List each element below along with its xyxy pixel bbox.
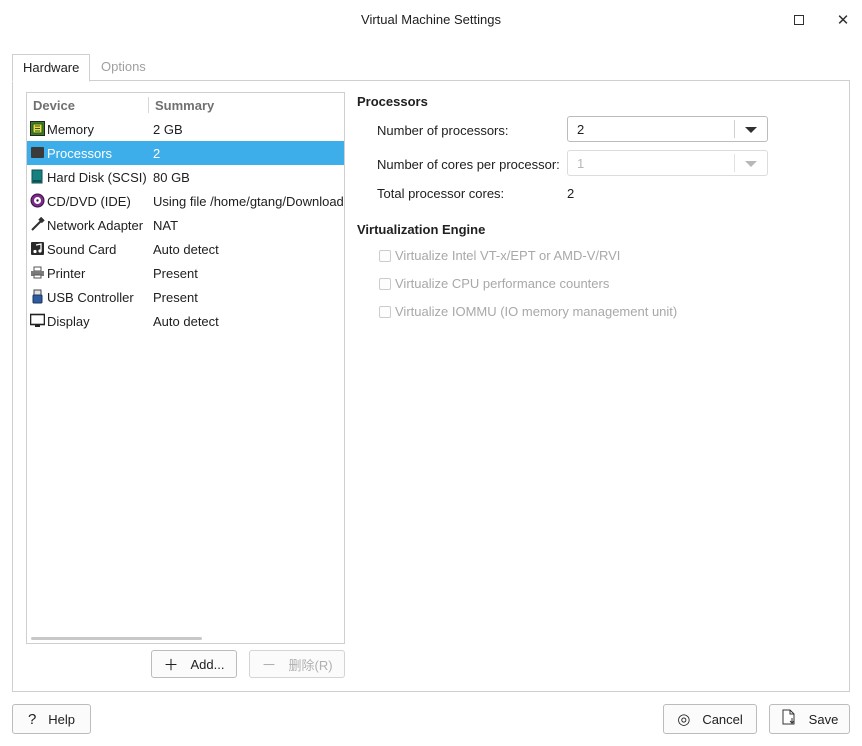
save-button[interactable]: Save	[769, 704, 850, 734]
chevron-down-icon	[745, 127, 757, 133]
cores-per-processor-label: Number of cores per processor:	[377, 157, 560, 172]
iommu-checkbox[interactable]: Virtualize IOMMU (IO memory management u…	[379, 304, 677, 319]
device-summary: Present	[153, 266, 198, 281]
device-summary: Auto detect	[153, 314, 219, 329]
device-summary: 2	[153, 146, 161, 161]
sound-card-icon	[30, 241, 45, 256]
device-row-usb-controller[interactable]: USB Controller Present	[27, 285, 344, 309]
checkbox-label: Virtualize IOMMU (IO memory management u…	[395, 304, 678, 319]
tab-hardware[interactable]: Hardware	[12, 54, 91, 82]
close-icon: ✕	[836, 12, 850, 29]
plus-icon: ＋	[163, 656, 179, 674]
vtx-checkbox[interactable]: Virtualize Intel VT-x/EPT or AMD-V/RVI	[379, 248, 620, 263]
minus-icon: －	[261, 656, 277, 674]
chevron-down-icon	[745, 161, 757, 167]
cancel-icon: ◎	[677, 711, 691, 728]
printer-icon	[30, 265, 45, 280]
save-icon	[781, 709, 797, 729]
device-name: Sound Card	[47, 242, 117, 257]
device-summary: 80 GB	[153, 170, 190, 185]
device-row-processors[interactable]: Processors 2	[27, 141, 344, 165]
device-list[interactable]: Device Summary Memory 2 GB Processors 2 …	[26, 92, 345, 644]
close-button[interactable]: ✕	[833, 10, 853, 30]
device-summary: Present	[153, 290, 198, 305]
remove-button-label: 删除(R)	[288, 657, 333, 673]
device-name: Display	[47, 314, 90, 329]
device-name: Memory	[47, 122, 94, 137]
help-icon: ?	[27, 710, 37, 728]
device-name: CD/DVD (IDE)	[47, 194, 131, 209]
display-icon	[30, 313, 45, 328]
device-name: Network Adapter	[47, 218, 144, 233]
add-device-button[interactable]: ＋ Add...	[151, 650, 237, 678]
device-row-network-adapter[interactable]: Network Adapter NAT	[27, 213, 344, 237]
maximize-button[interactable]	[789, 10, 809, 30]
virtualization-section-title: Virtualization Engine	[357, 222, 486, 237]
checkbox-box	[379, 277, 391, 290]
checkbox-box	[379, 249, 391, 262]
usb-icon	[30, 289, 45, 304]
device-name: Hard Disk (SCSI)	[47, 170, 147, 185]
column-header-summary[interactable]: Summary	[155, 98, 214, 113]
device-row-hard-disk[interactable]: Hard Disk (SCSI) 80 GB	[27, 165, 344, 189]
title-bar: Virtual Machine Settings ✕	[0, 0, 862, 40]
device-row-sound-card[interactable]: Sound Card Auto detect	[27, 237, 344, 261]
device-row-display[interactable]: Display Auto detect	[27, 309, 344, 333]
column-header-device[interactable]: Device	[33, 98, 75, 113]
cores-per-processor-select[interactable]: 1	[567, 150, 768, 176]
help-button[interactable]: ? Help	[12, 704, 91, 734]
remove-device-button[interactable]: － 删除(R)	[249, 650, 345, 678]
column-separator[interactable]	[148, 97, 149, 113]
device-summary: 2 GB	[153, 122, 183, 137]
combo-divider	[734, 154, 735, 172]
device-name: USB Controller	[47, 290, 134, 305]
device-row-memory[interactable]: Memory 2 GB	[27, 117, 344, 141]
horizontal-scrollbar[interactable]	[31, 637, 202, 640]
device-row-cd-dvd[interactable]: CD/DVD (IDE) Using file /home/gtang/Down…	[27, 189, 344, 213]
cpu-perf-counters-checkbox[interactable]: Virtualize CPU performance counters	[379, 276, 609, 291]
hardware-panel: Device Summary Memory 2 GB Processors 2 …	[12, 80, 850, 692]
checkbox-label: Virtualize CPU performance counters	[395, 276, 610, 291]
cancel-button[interactable]: ◎ Cancel	[663, 704, 757, 734]
num-processors-label: Number of processors:	[377, 123, 509, 138]
checkbox-box	[379, 305, 391, 318]
device-name: Processors	[47, 146, 113, 161]
add-button-label: Add...	[190, 656, 225, 672]
tab-options[interactable]: Options	[91, 54, 156, 80]
network-adapter-icon	[30, 217, 45, 232]
hard-disk-icon	[30, 169, 45, 184]
device-list-header: Device Summary	[27, 93, 344, 117]
maximize-icon	[794, 15, 804, 25]
help-button-label: Help	[48, 711, 76, 727]
memory-icon	[30, 121, 45, 136]
device-name: Printer	[47, 266, 86, 281]
processor-icon	[30, 145, 45, 160]
total-cores-label: Total processor cores:	[377, 186, 505, 201]
cancel-button-label: Cancel	[702, 711, 743, 727]
window-title: Virtual Machine Settings	[361, 12, 501, 27]
checkbox-label: Virtualize Intel VT-x/EPT or AMD-V/RVI	[395, 248, 621, 263]
device-summary: Using file /home/gtang/Download	[153, 194, 344, 209]
num-processors-value: 2	[577, 122, 585, 137]
device-row-printer[interactable]: Printer Present	[27, 261, 344, 285]
device-summary: NAT	[153, 218, 179, 233]
combo-divider	[734, 120, 735, 138]
device-summary: Auto detect	[153, 242, 219, 257]
cores-per-processor-value: 1	[577, 156, 585, 171]
num-processors-select[interactable]: 2	[567, 116, 768, 142]
total-cores-value: 2	[567, 186, 575, 201]
cd-dvd-icon	[30, 193, 45, 208]
save-button-label: Save	[808, 711, 839, 727]
processors-section-title: Processors	[357, 94, 428, 109]
